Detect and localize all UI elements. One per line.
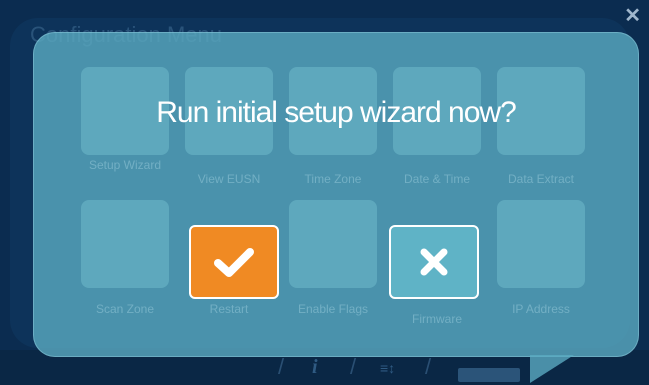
confirm-button[interactable] — [189, 225, 279, 299]
cancel-button[interactable] — [389, 225, 479, 299]
x-icon — [420, 248, 448, 276]
tile-label: Firmware — [412, 312, 462, 326]
info-icon[interactable]: i — [312, 356, 318, 379]
toolbar-divider: / — [278, 354, 285, 379]
tile-label: Restart — [209, 302, 249, 316]
toolbar-divider: / — [350, 354, 357, 379]
sort-icon[interactable]: ≡↕ — [380, 360, 395, 376]
tile-label: Data Extract — [507, 172, 575, 186]
checkmark-icon — [214, 248, 254, 277]
tile-label: Date & Time — [403, 172, 471, 186]
tile-label: Enable Flags — [297, 302, 369, 316]
ruler-icon[interactable] — [458, 368, 520, 382]
setup-wizard-dialog: Setup Wizard View EUSN Time Zone Date & … — [33, 32, 639, 357]
close-icon[interactable]: ✕ — [624, 6, 641, 26]
tile-enable-flags — [289, 200, 377, 288]
tile-scan-zone — [81, 200, 169, 288]
tile-label: IP Address — [512, 302, 570, 316]
dialog-question: Run initial setup wizard now? — [156, 96, 517, 129]
toolbar-divider: / — [425, 354, 432, 379]
tile-label: Setup Wizard — [88, 158, 162, 172]
tile-label: Scan Zone — [95, 302, 155, 316]
tile-ip-address — [497, 200, 585, 288]
dialog-pointer — [530, 355, 574, 383]
tile-label: Time Zone — [304, 172, 362, 186]
tile-label: View EUSN — [197, 172, 261, 186]
